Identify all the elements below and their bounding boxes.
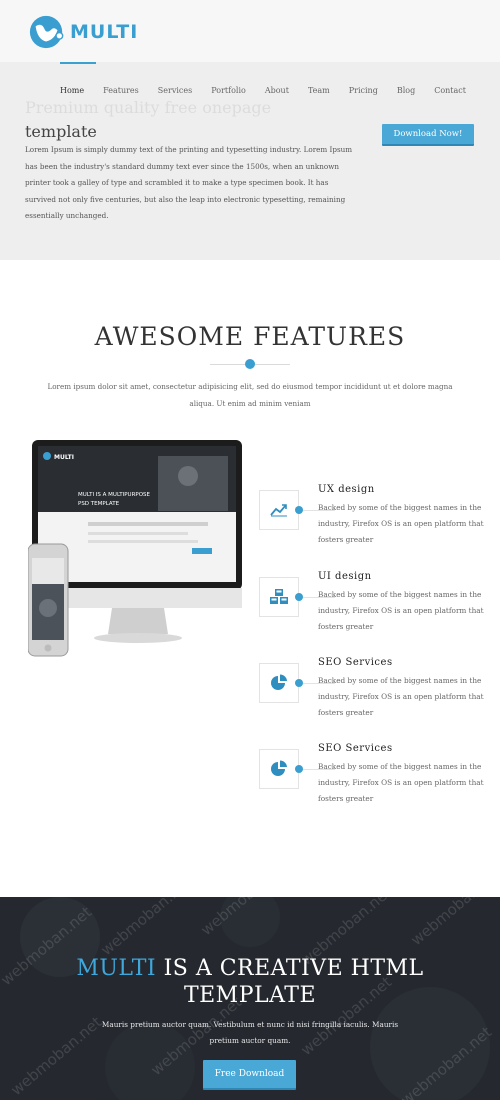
feature-title: UI design	[318, 571, 372, 582]
feature-text: Backed by some of the biggest names in t…	[318, 762, 484, 803]
feature-title: UX design	[318, 484, 375, 495]
cta-title: MULTI IS A CREATIVE HTML TEMPLATE	[40, 955, 460, 1009]
hero-title: Premium quality free onepage template	[25, 96, 345, 144]
main-nav: Home Features Services Portfolio About T…	[60, 86, 466, 95]
cta-section: webmoban.net webmoban.net webmoban.net w…	[0, 897, 500, 1100]
chart-icon	[270, 504, 287, 517]
cta-title-rest: IS A CREATIVE HTML TEMPLATE	[156, 956, 424, 1008]
nav-item-features[interactable]: Features	[103, 86, 139, 95]
cubes-icon	[270, 589, 288, 604]
pie-chart-icon	[271, 674, 287, 690]
nav-item-contact[interactable]: Contact	[434, 86, 466, 95]
nav-item-services[interactable]: Services	[158, 86, 192, 95]
nav-item-about[interactable]: About	[265, 86, 289, 95]
feature-text: Backed by some of the biggest names in t…	[318, 676, 484, 717]
nav-item-portfolio[interactable]: Portfolio	[211, 86, 246, 95]
download-now-button[interactable]: Download Now!	[382, 124, 474, 146]
cta-text: Mauris pretium auctor quam. Vestibulum e…	[101, 1020, 399, 1045]
logo[interactable]: MULTI	[28, 12, 138, 52]
feature-text: Backed by some of the biggest names in t…	[318, 503, 484, 544]
feature-title: SEO Services	[318, 743, 393, 754]
devices-image: MULTI MULTI IS A MULTIPURPOSE PSD TEMPLA…	[28, 440, 242, 657]
hero-title-main: template	[25, 122, 97, 141]
features-subtitle: Lorem ipsum dolor sit amet, consectetur …	[47, 382, 453, 408]
feature-text: Backed by some of the biggest names in t…	[318, 590, 484, 631]
nav-item-pricing[interactable]: Pricing	[349, 86, 378, 95]
hero-section: MULTI Home Features Services Portfolio A…	[0, 0, 500, 260]
feature-seo-services-2: SEO Services Backed by some of the bigge…	[259, 743, 489, 829]
features-divider	[210, 359, 290, 369]
feature-title: SEO Services	[318, 657, 393, 668]
feature-seo-services: SEO Services Backed by some of the bigge…	[259, 657, 489, 743]
pie-chart-icon	[271, 760, 287, 776]
free-download-button[interactable]: Free Download	[203, 1060, 296, 1090]
feature-ui-design: UI design Backed by some of the biggest …	[259, 571, 489, 657]
device-screen-headline-1: MULTI IS A MULTIPURPOSE	[78, 492, 151, 498]
device-screen-brand: MULTI	[54, 454, 74, 461]
hero-title-faded: Premium quality free onepage	[25, 98, 272, 117]
cta-title-accent: MULTI	[76, 956, 157, 981]
hero-text: Lorem Ipsum is simply dummy text of the …	[25, 145, 353, 220]
nav-item-home[interactable]: Home	[60, 86, 84, 95]
feature-ux-design: UX design Backed by some of the biggest …	[259, 484, 489, 570]
brand-name: MULTI	[70, 21, 139, 43]
logo-icon	[29, 15, 64, 49]
device-screen-headline-2: PSD TEMPLATE	[78, 501, 120, 507]
nav-item-blog[interactable]: Blog	[397, 86, 415, 95]
active-nav-indicator	[60, 62, 96, 64]
nav-item-team[interactable]: Team	[308, 86, 330, 95]
features-title: AWESOME FEATURES	[94, 322, 406, 351]
